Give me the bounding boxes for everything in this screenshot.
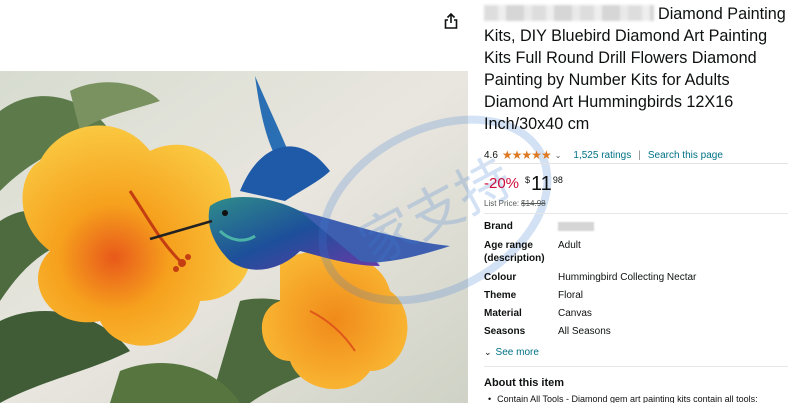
spec-value: Adult xyxy=(558,240,581,251)
price-fraction: 98 xyxy=(552,175,563,185)
spec-row-age-range: Age range (description) Adult xyxy=(484,239,794,265)
star-rating-icon[interactable]: ★★★★★ xyxy=(502,148,552,162)
about-bullet: Contain All Tools - Diamond gem art pain… xyxy=(488,394,798,403)
see-more-label: See more xyxy=(495,347,539,358)
title-redacted xyxy=(484,5,654,21)
rating-value: 4.6 xyxy=(484,149,498,161)
divider xyxy=(484,213,788,214)
spec-value: All Seasons xyxy=(558,326,611,337)
separator: | xyxy=(638,149,641,161)
divider xyxy=(484,366,788,367)
price-row: -20% $ 11 98 xyxy=(484,174,563,194)
search-page-link[interactable]: Search this page xyxy=(648,150,723,161)
list-price: List Price: $14.98 xyxy=(484,199,546,208)
spec-key: Seasons xyxy=(484,326,526,337)
price-currency: $ xyxy=(525,175,531,185)
spec-key: Theme xyxy=(484,290,517,301)
brand-redacted xyxy=(558,222,594,231)
spec-row-colour: Colour Hummingbird Collecting Nectar xyxy=(484,271,794,284)
spec-key: Brand xyxy=(484,221,513,232)
spec-row-material: Material Canvas xyxy=(484,307,794,320)
list-price-value: $14.98 xyxy=(521,199,546,208)
discount-badge: -20% xyxy=(484,175,520,192)
product-details: Diamond Painting Kits, DIY Bluebird Diam… xyxy=(484,0,794,403)
product-title[interactable]: Diamond Painting Kits, DIY Bluebird Diam… xyxy=(484,0,794,135)
list-price-label: List Price: xyxy=(484,199,520,208)
spec-row-brand: Brand xyxy=(484,220,794,235)
image-panel xyxy=(0,0,470,403)
spec-value xyxy=(558,220,594,235)
spec-key: Age range (description) xyxy=(484,240,545,264)
see-more-button[interactable]: ⌄ See more xyxy=(484,347,539,358)
share-icon xyxy=(444,13,458,29)
spec-value: Hummingbird Collecting Nectar xyxy=(558,272,697,283)
share-button[interactable] xyxy=(440,10,462,32)
divider xyxy=(484,163,788,164)
ratings-count-link[interactable]: 1,525 ratings xyxy=(573,150,631,161)
about-heading: About this item xyxy=(484,377,565,389)
spec-row-seasons: Seasons All Seasons xyxy=(484,325,794,338)
rating-row: 4.6 ★★★★★ ⌄ 1,525 ratings | Search this … xyxy=(484,148,723,162)
price-whole: 11 xyxy=(531,173,552,195)
spec-key: Colour xyxy=(484,272,517,283)
spec-value: Canvas xyxy=(558,308,592,319)
chevron-down-icon[interactable]: ⌄ xyxy=(555,151,562,160)
spec-row-theme: Theme Floral xyxy=(484,289,794,302)
product-title-text: Diamond Painting Kits, DIY Bluebird Diam… xyxy=(484,5,786,133)
product-image[interactable] xyxy=(0,71,468,403)
chevron-down-icon: ⌄ xyxy=(484,347,492,357)
spec-key: Material xyxy=(484,308,522,319)
spec-value: Floral xyxy=(558,290,584,301)
